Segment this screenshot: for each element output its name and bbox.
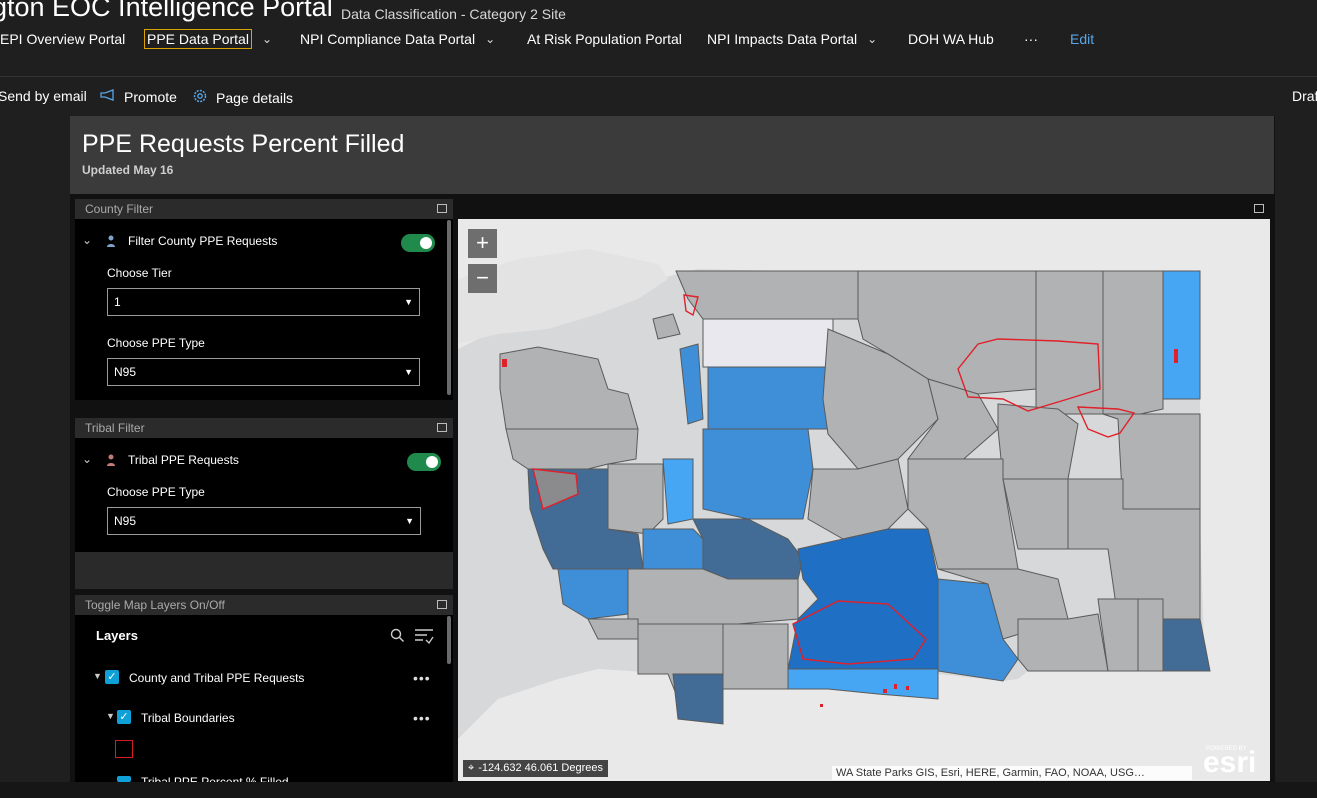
send-by-email-button[interactable]: Send by email [0, 88, 87, 104]
tribal-parcel [894, 684, 897, 689]
caret-down-icon: ▼ [404, 297, 413, 307]
county-kitsap[interactable] [662, 458, 694, 525]
scrollbar[interactable] [447, 616, 451, 664]
nav-epi-overview-portal[interactable]: EPI Overview Portal [0, 31, 125, 47]
nav-npi-impacts-data-portal[interactable]: NPI Impacts Data Portal ⌄ [707, 31, 877, 47]
county-filter-header: County Filter [75, 199, 453, 219]
more-options-icon[interactable]: ••• [413, 670, 431, 686]
layer-county-tribal-label: County and Tribal PPE Requests [129, 671, 305, 685]
nav-ppe-data-portal-label[interactable]: PPE Data Portal [144, 29, 252, 49]
map-panel-header [458, 199, 1270, 219]
page-details-button[interactable]: Page details [192, 88, 293, 108]
caret-down-icon[interactable]: ▼ [106, 711, 115, 721]
tribal-parcel [906, 686, 909, 690]
tribal-makah-parcel [502, 359, 507, 367]
filter-county-toggle[interactable] [401, 234, 435, 252]
chevron-down-icon[interactable]: ⌄ [262, 32, 272, 46]
zoom-in-button[interactable]: + [468, 229, 497, 258]
layer-county-tribal-checkbox[interactable]: ✓ [105, 670, 119, 684]
dashboard-subtitle: Updated May 16 [82, 163, 174, 177]
maximize-icon[interactable] [1254, 204, 1264, 213]
tribal-ppe-toggle-label: Tribal PPE Requests [128, 453, 239, 467]
tribal-parcel [820, 704, 823, 707]
idaho-land [1200, 271, 1270, 671]
data-classification-label: Data Classification - Category 2 Site [341, 6, 566, 22]
search-icon[interactable] [390, 628, 405, 648]
county-lincoln[interactable] [997, 403, 1079, 480]
caret-down-icon[interactable]: ▼ [93, 671, 102, 681]
county-whatcom[interactable] [675, 270, 859, 320]
maximize-icon[interactable] [437, 423, 447, 432]
caret-down-icon: ▼ [405, 516, 414, 526]
esri-logo[interactable]: esri [1203, 746, 1256, 780]
layers-title: Layers [96, 628, 138, 643]
tier-select[interactable]: 1 ▼ [107, 288, 420, 316]
promote-button[interactable]: Promote [100, 88, 177, 105]
layer-tribal-boundaries-label: Tribal Boundaries [141, 711, 235, 725]
county-ppe-type-select[interactable]: N95 ▼ [107, 358, 420, 386]
chevron-down-icon[interactable]: ⌄ [867, 32, 877, 46]
tribal-parcel [883, 689, 887, 693]
gear-icon [192, 88, 208, 108]
maximize-icon[interactable] [437, 600, 447, 609]
nav-doh-wa-hub[interactable]: DOH WA Hub [908, 31, 994, 47]
coordinate-value: -124.632 46.061 Degrees [478, 762, 603, 774]
county-mason[interactable] [607, 463, 664, 535]
county-ppe-type-value: N95 [114, 365, 137, 379]
tribal-boundary-legend-swatch [115, 740, 133, 758]
tier-select-value: 1 [114, 295, 121, 309]
dashboard-title: PPE Requests Percent Filled [82, 130, 405, 158]
tribal-kalispel-parcel [1174, 349, 1178, 363]
county-garfield[interactable] [1137, 598, 1164, 672]
layers-panel-header: Toggle Map Layers On/Off [75, 595, 453, 615]
county-pend-oreille[interactable] [1162, 270, 1201, 400]
tribal-ppe-type-select[interactable]: N95 ▼ [107, 507, 421, 535]
windows-taskbar [0, 782, 1317, 798]
megaphone-icon [100, 88, 116, 105]
caret-down-icon: ▼ [404, 367, 413, 377]
county-king[interactable] [702, 428, 814, 520]
site-title[interactable]: gton EOC Intelligence Portal [0, 0, 333, 23]
zoom-out-button[interactable]: − [468, 264, 497, 293]
coordinate-readout: ⌖ -124.632 46.061 Degrees [463, 760, 608, 777]
nav-npi-compliance-data-portal[interactable]: NPI Compliance Data Portal ⌄ [300, 31, 495, 47]
county-skamania[interactable] [722, 623, 789, 690]
county-stevens[interactable] [1102, 270, 1164, 420]
map-view[interactable] [458, 219, 1270, 781]
tribal-choose-ppe-type-label: Choose PPE Type [107, 485, 205, 499]
layer-tribal-percent-label: Tribal PPE Percent % Filled [141, 775, 289, 782]
scrollbar[interactable] [447, 220, 451, 395]
choose-ppe-type-label: Choose PPE Type [107, 336, 205, 350]
maximize-icon[interactable] [437, 204, 447, 213]
county-clark[interactable] [672, 673, 724, 725]
chevron-down-icon[interactable]: ⌄ [82, 452, 92, 466]
layer-tribal-boundaries-checkbox[interactable]: ✓ [117, 710, 131, 724]
nav-edit-link[interactable]: Edit [1070, 31, 1094, 47]
county-skagit[interactable] [702, 318, 834, 368]
chevron-down-icon[interactable]: ⌄ [485, 32, 495, 46]
person-icon [106, 453, 116, 471]
map-attribution[interactable]: WA State Parks GIS, Esri, HERE, Garmin, … [832, 766, 1192, 780]
tribal-filter-header: Tribal Filter [75, 418, 453, 438]
more-options-icon[interactable]: ••• [413, 710, 431, 726]
crosshair-icon: ⌖ [468, 762, 475, 774]
tribal-ppe-toggle[interactable] [407, 453, 441, 471]
county-thurston[interactable] [642, 528, 704, 570]
person-icon [106, 234, 116, 252]
county-snohomish[interactable] [707, 366, 829, 430]
tribal-ppe-type-value: N95 [114, 514, 137, 528]
nav-at-risk-population-portal[interactable]: At Risk Population Portal [527, 31, 682, 47]
filter-county-toggle-label: Filter County PPE Requests [128, 234, 278, 248]
chevron-down-icon[interactable]: ⌄ [82, 233, 92, 247]
choose-tier-label: Choose Tier [107, 266, 172, 280]
nav-more-button[interactable]: ··· [1024, 31, 1038, 47]
nav-ppe-data-portal[interactable]: PPE Data Portal ⌄ [144, 29, 272, 49]
filter-list-icon[interactable] [414, 628, 434, 649]
county-walla-walla[interactable] [1017, 613, 1109, 672]
panel-footer [75, 552, 453, 589]
draft-status: Draf [1292, 88, 1317, 104]
wa-county-map[interactable] [458, 219, 1270, 781]
